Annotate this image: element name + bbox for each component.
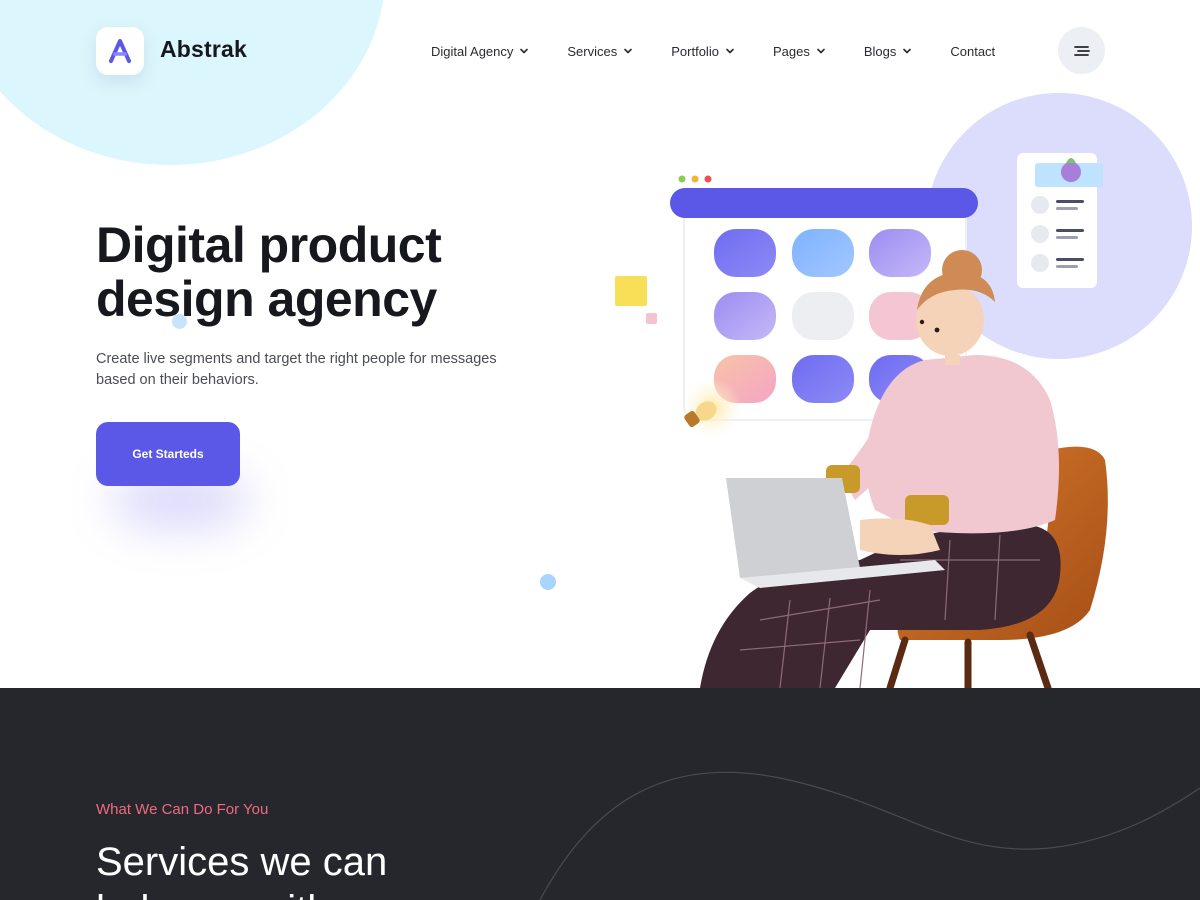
main-nav: Digital Agency Services Portfolio Pages …: [431, 42, 995, 60]
hero-title: Digital product design agency: [96, 218, 616, 326]
laptop: [726, 478, 862, 578]
abstrak-logo-icon: [109, 39, 131, 63]
sticky-note: [615, 276, 647, 306]
plant-pot: [1061, 162, 1081, 182]
menu-toggle-button[interactable]: [1058, 27, 1105, 74]
chevron-down-icon: [902, 46, 912, 56]
decorative-dot: [172, 314, 187, 329]
nav-item-label: Blogs: [863, 43, 897, 59]
section-title: Services we can help you with: [96, 838, 516, 900]
nav-item-services[interactable]: Services: [567, 42, 633, 60]
nav-item-contact[interactable]: Contact: [950, 42, 995, 60]
section-title-line: help you with: [96, 886, 516, 900]
services-section: What We Can Do For You Services we can h…: [0, 688, 1200, 900]
nav-item-label: Portfolio: [671, 43, 719, 59]
nav-item-pages[interactable]: Pages: [773, 42, 826, 60]
brand-name[interactable]: Abstrak: [160, 36, 247, 63]
nav-item-blogs[interactable]: Blogs: [864, 42, 913, 60]
hero-title-line: Digital product: [96, 217, 442, 273]
hero-section: Abstrak Digital Agency Services Portfoli…: [0, 0, 1200, 688]
nav-item-label: Pages: [772, 43, 810, 59]
section-kicker: What We Can Do For You: [96, 801, 269, 818]
hero-description-line: based on their behaviors.: [96, 372, 259, 388]
decorative-blob: [0, 0, 385, 165]
chevron-down-icon: [816, 46, 826, 56]
nav-item-label: Services: [567, 43, 618, 59]
browser-bar: [670, 188, 978, 218]
chevron-down-icon: [725, 46, 735, 56]
chevron-down-icon: [519, 46, 529, 56]
get-started-button[interactable]: Get Starteds: [96, 422, 240, 486]
section-title-line: Services we can: [96, 840, 388, 884]
hero-description: Create live segments and target the righ…: [96, 349, 566, 391]
brand-logo[interactable]: [96, 27, 144, 75]
hamburger-menu-icon: [1073, 45, 1090, 56]
chevron-down-icon: [623, 46, 633, 56]
nav-item-label: Digital Agency: [431, 43, 514, 59]
nav-item-digital-agency[interactable]: Digital Agency: [431, 42, 529, 60]
woman-with-laptop-on-chair-illustration: [615, 93, 1192, 688]
decorative-dot: [540, 574, 556, 590]
nav-item-label: Contact: [950, 43, 996, 59]
nav-item-portfolio[interactable]: Portfolio: [671, 42, 735, 60]
hero-description-line: Create live segments and target the righ…: [96, 351, 497, 367]
